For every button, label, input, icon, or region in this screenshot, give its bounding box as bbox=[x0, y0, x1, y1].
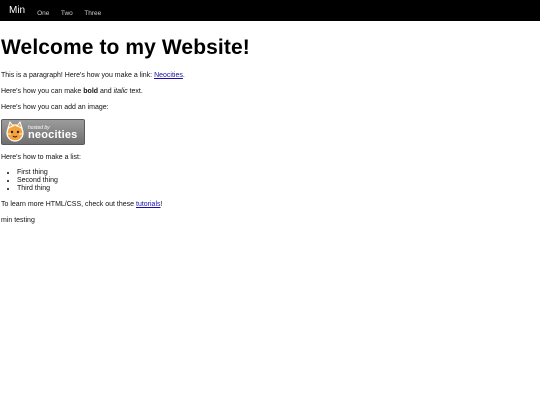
nav-link-one[interactable]: One bbox=[37, 10, 49, 17]
para2-mid: and bbox=[98, 88, 114, 95]
example-list: First thing Second thing Third thing bbox=[1, 169, 540, 193]
para2-end: text. bbox=[127, 88, 143, 95]
para5-end: ! bbox=[160, 201, 163, 208]
main-content: Welcome to my Website! This is a paragra… bbox=[0, 36, 540, 225]
paragraph-list: Here's how to make a list: bbox=[1, 154, 81, 161]
list-item: Third thing bbox=[17, 185, 540, 193]
paragraph-image: Here's how you can add an image: bbox=[1, 104, 109, 111]
list-item: First thing bbox=[17, 169, 540, 177]
italic-text: italic bbox=[113, 88, 128, 95]
badge-neocities: neocities bbox=[28, 129, 78, 141]
hosted-by-neocities-badge[interactable]: hosted by neocities bbox=[1, 119, 85, 145]
paragraph-min-testing: min testing bbox=[1, 217, 35, 224]
tutorials-link[interactable]: tutorials bbox=[136, 201, 161, 208]
neocities-link[interactable]: Neocities bbox=[154, 72, 183, 79]
para1-text: This is a paragraph! Here's how you make… bbox=[1, 72, 155, 79]
paragraph-link: This is a paragraph! Here's how you make… bbox=[1, 71, 540, 80]
list-item: Second thing bbox=[17, 177, 540, 185]
paragraph-formatting: Here's how you can make bold and italic … bbox=[1, 87, 540, 96]
top-navbar: Min One Two Three bbox=[0, 0, 540, 21]
paragraph-tutorials: To learn more HTML/CSS, check out these … bbox=[1, 200, 540, 209]
para2-text: Here's how you can make bbox=[1, 88, 84, 95]
page-title: Welcome to my Website! bbox=[1, 36, 250, 59]
nav-links: One Two Three bbox=[37, 2, 108, 20]
para1-end: . bbox=[182, 72, 185, 79]
nav-link-three[interactable]: Three bbox=[84, 10, 101, 17]
para5-text: To learn more HTML/CSS, check out these bbox=[1, 201, 136, 208]
bold-text: bold bbox=[83, 88, 99, 95]
site-brand[interactable]: Min bbox=[9, 5, 25, 16]
neocities-cat-icon bbox=[6, 121, 24, 142]
nav-link-two[interactable]: Two bbox=[61, 10, 73, 17]
badge-text: hosted by neocities bbox=[28, 125, 78, 141]
